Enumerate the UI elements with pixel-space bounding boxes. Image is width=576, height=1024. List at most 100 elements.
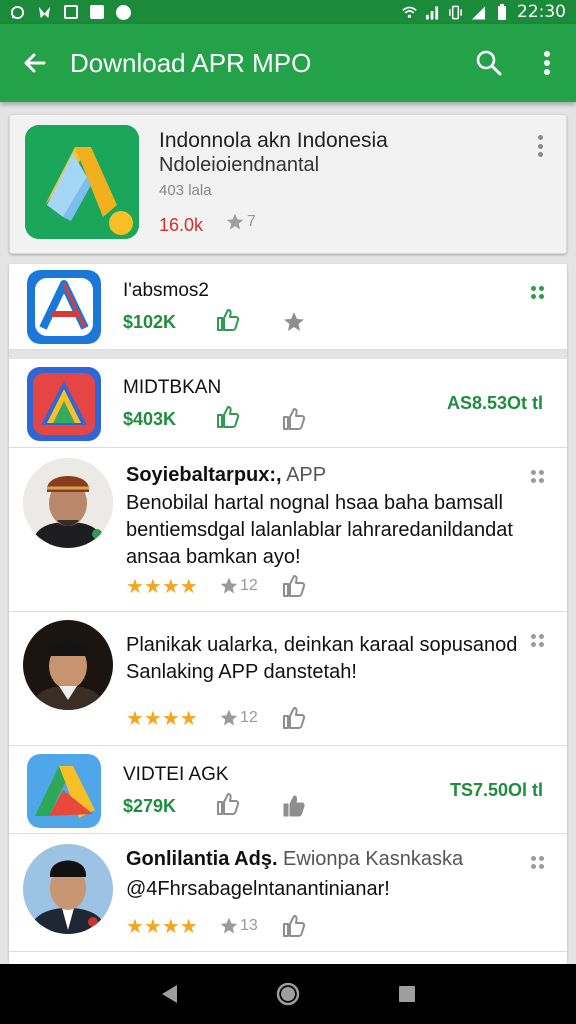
review-body: Benobilal hartal nognal hsaa baha bamsal…	[126, 490, 546, 571]
photo-icon	[90, 5, 104, 19]
review-rating: 13	[219, 916, 258, 936]
app-icon-2	[27, 367, 101, 441]
more-vert-icon	[544, 51, 550, 75]
back-button[interactable]	[0, 24, 70, 102]
drag-handle-icon[interactable]	[531, 856, 544, 869]
review-rating: 12	[219, 708, 258, 728]
system-icons: 22:30	[402, 2, 566, 22]
clock: 22:30	[517, 2, 566, 22]
featured-app-meta: 403 lala	[159, 182, 212, 199]
avatar	[23, 844, 113, 934]
review-line: Benobilal hartal nognal hsaa baha bamsal…	[126, 492, 503, 514]
review-line: @4Fhrsabagelntanantinianar!	[126, 878, 390, 900]
search-button[interactable]	[460, 24, 518, 102]
app-right-price-2: AS8.53Ot tl	[446, 393, 543, 413]
avatar	[23, 620, 113, 710]
wifi-icon	[402, 5, 417, 20]
featured-app-title: Indonnola akn Indonesia	[159, 129, 388, 152]
battery-icon	[494, 4, 509, 20]
review-body: @4Fhrsabagelntanantinianar!	[126, 876, 546, 903]
review-rating-value: 13	[240, 917, 258, 934]
review-rating-value: 12	[240, 709, 258, 726]
drag-handle-icon[interactable]	[531, 286, 544, 299]
signal-icon	[425, 5, 440, 20]
review-title: Soyiebaltarpux:, APP	[126, 464, 326, 487]
drag-handle-icon[interactable]	[531, 634, 544, 647]
star-rating: ★★★★	[126, 916, 198, 938]
thumbs-up-icon[interactable]	[216, 792, 240, 816]
review-item[interactable]: Soyiebaltarpux:, APP Benobilal hartal no…	[9, 448, 567, 612]
square-icon	[64, 5, 78, 19]
star-icon	[220, 709, 238, 726]
back-triangle-icon	[162, 985, 178, 1003]
thumbs-up-icon[interactable]	[282, 574, 306, 598]
featured-app-icon	[25, 125, 139, 239]
star-icon	[220, 917, 238, 934]
home-circle-icon	[276, 982, 300, 1006]
status-bar: 22:30	[0, 0, 576, 24]
page-title: Download APR MPO	[70, 47, 312, 78]
app-name-3: VIDTEI AGK	[123, 764, 229, 785]
divider	[9, 350, 567, 359]
nav-home-button[interactable]	[268, 974, 308, 1014]
review-author: Gonlilantia Adş.	[126, 848, 278, 870]
review-line: Planikak ualarka, deinkan karaal sopusan…	[126, 634, 518, 656]
review-rating-value: 12	[240, 577, 258, 594]
recents-square-icon	[398, 986, 415, 1002]
app-list-card: I'absmos2 $102K MIDTBKAN $403K AS8.53Ot …	[9, 264, 567, 964]
featured-download-count: 16.0k	[159, 215, 204, 235]
thumbs-up-icon[interactable]	[216, 405, 240, 429]
overflow-menu-button[interactable]	[518, 24, 576, 102]
review-line: Sanlaking APP danstetah!	[126, 661, 357, 683]
featured-app-subtitle: Ndoleioiendnantal	[159, 154, 320, 176]
app-icon-1	[27, 270, 101, 344]
signal-icon	[471, 5, 486, 20]
star-icon	[284, 312, 304, 331]
arrow-back-icon	[24, 53, 46, 73]
review-author: Soyiebaltarpux:,	[126, 464, 282, 486]
list-item[interactable]: VIDTEI AGK $279K TS7.50Ol tl	[9, 746, 567, 834]
star-rating: ★★★★	[126, 576, 198, 598]
app-price-2: $403K	[123, 409, 177, 429]
star-icon	[220, 577, 238, 594]
share-icon[interactable]	[282, 794, 306, 818]
circle-icon	[116, 4, 131, 20]
review-line: ansaa bamkan ayo!	[126, 546, 301, 568]
list-item[interactable]: MIDTBKAN $403K AS8.53Ot tl	[9, 359, 567, 448]
app-price-3: $279K	[123, 796, 177, 816]
review-title: Gonlilantia Adş. Ewionpa Kasnkaska	[126, 848, 463, 871]
featured-more-icon[interactable]	[534, 135, 546, 157]
nav-recents-button[interactable]	[387, 974, 427, 1014]
search-icon	[476, 50, 502, 76]
review-item[interactable]: Gonlilantia Adş. Ewionpa Kasnkaska @4Fhr…	[9, 834, 567, 952]
app-right-price-3: TS7.50Ol tl	[449, 780, 543, 800]
review-title-rest: Ewionpa Kasnkaska	[277, 848, 464, 870]
notification-icons	[10, 4, 131, 20]
review-body: Planikak ualarka, deinkan karaal sopusan…	[126, 632, 556, 686]
drag-handle-icon[interactable]	[531, 470, 544, 483]
share-icon[interactable]	[282, 407, 306, 431]
vibrate-icon	[448, 5, 463, 20]
avatar	[23, 458, 113, 548]
thumbs-up-icon[interactable]	[282, 914, 306, 938]
list-item[interactable]: I'absmos2 $102K	[9, 264, 567, 350]
featured-app-card[interactable]: Indonnola akn Indonesia Ndoleioiendnanta…	[9, 114, 567, 254]
featured-rating: 7	[225, 212, 256, 232]
thumbs-up-icon[interactable]	[282, 706, 306, 730]
thumbs-up-icon[interactable]	[216, 308, 240, 332]
content-list[interactable]: Indonnola akn Indonesia Ndoleioiendnanta…	[0, 102, 576, 964]
app-name-1: I'absmos2	[123, 280, 210, 301]
review-title-rest: APP	[281, 464, 327, 486]
system-nav-bar	[0, 964, 576, 1024]
app-bar: Download APR MPO	[0, 24, 576, 102]
review-item[interactable]: Planikak ualarka, deinkan karaal sopusan…	[9, 612, 567, 746]
app-name-2: MIDTBKAN	[123, 377, 222, 398]
review-line: bentiemsdgal lalanlablar lahraredanildan…	[126, 519, 513, 541]
review-rating: 12	[219, 576, 258, 596]
nav-back-button[interactable]	[149, 974, 189, 1014]
star-icon	[226, 213, 244, 230]
featured-rating-value: 7	[247, 213, 256, 230]
app-price-1: $102K	[123, 312, 177, 332]
app-icon-3	[27, 754, 101, 828]
bird-icon	[37, 5, 52, 20]
